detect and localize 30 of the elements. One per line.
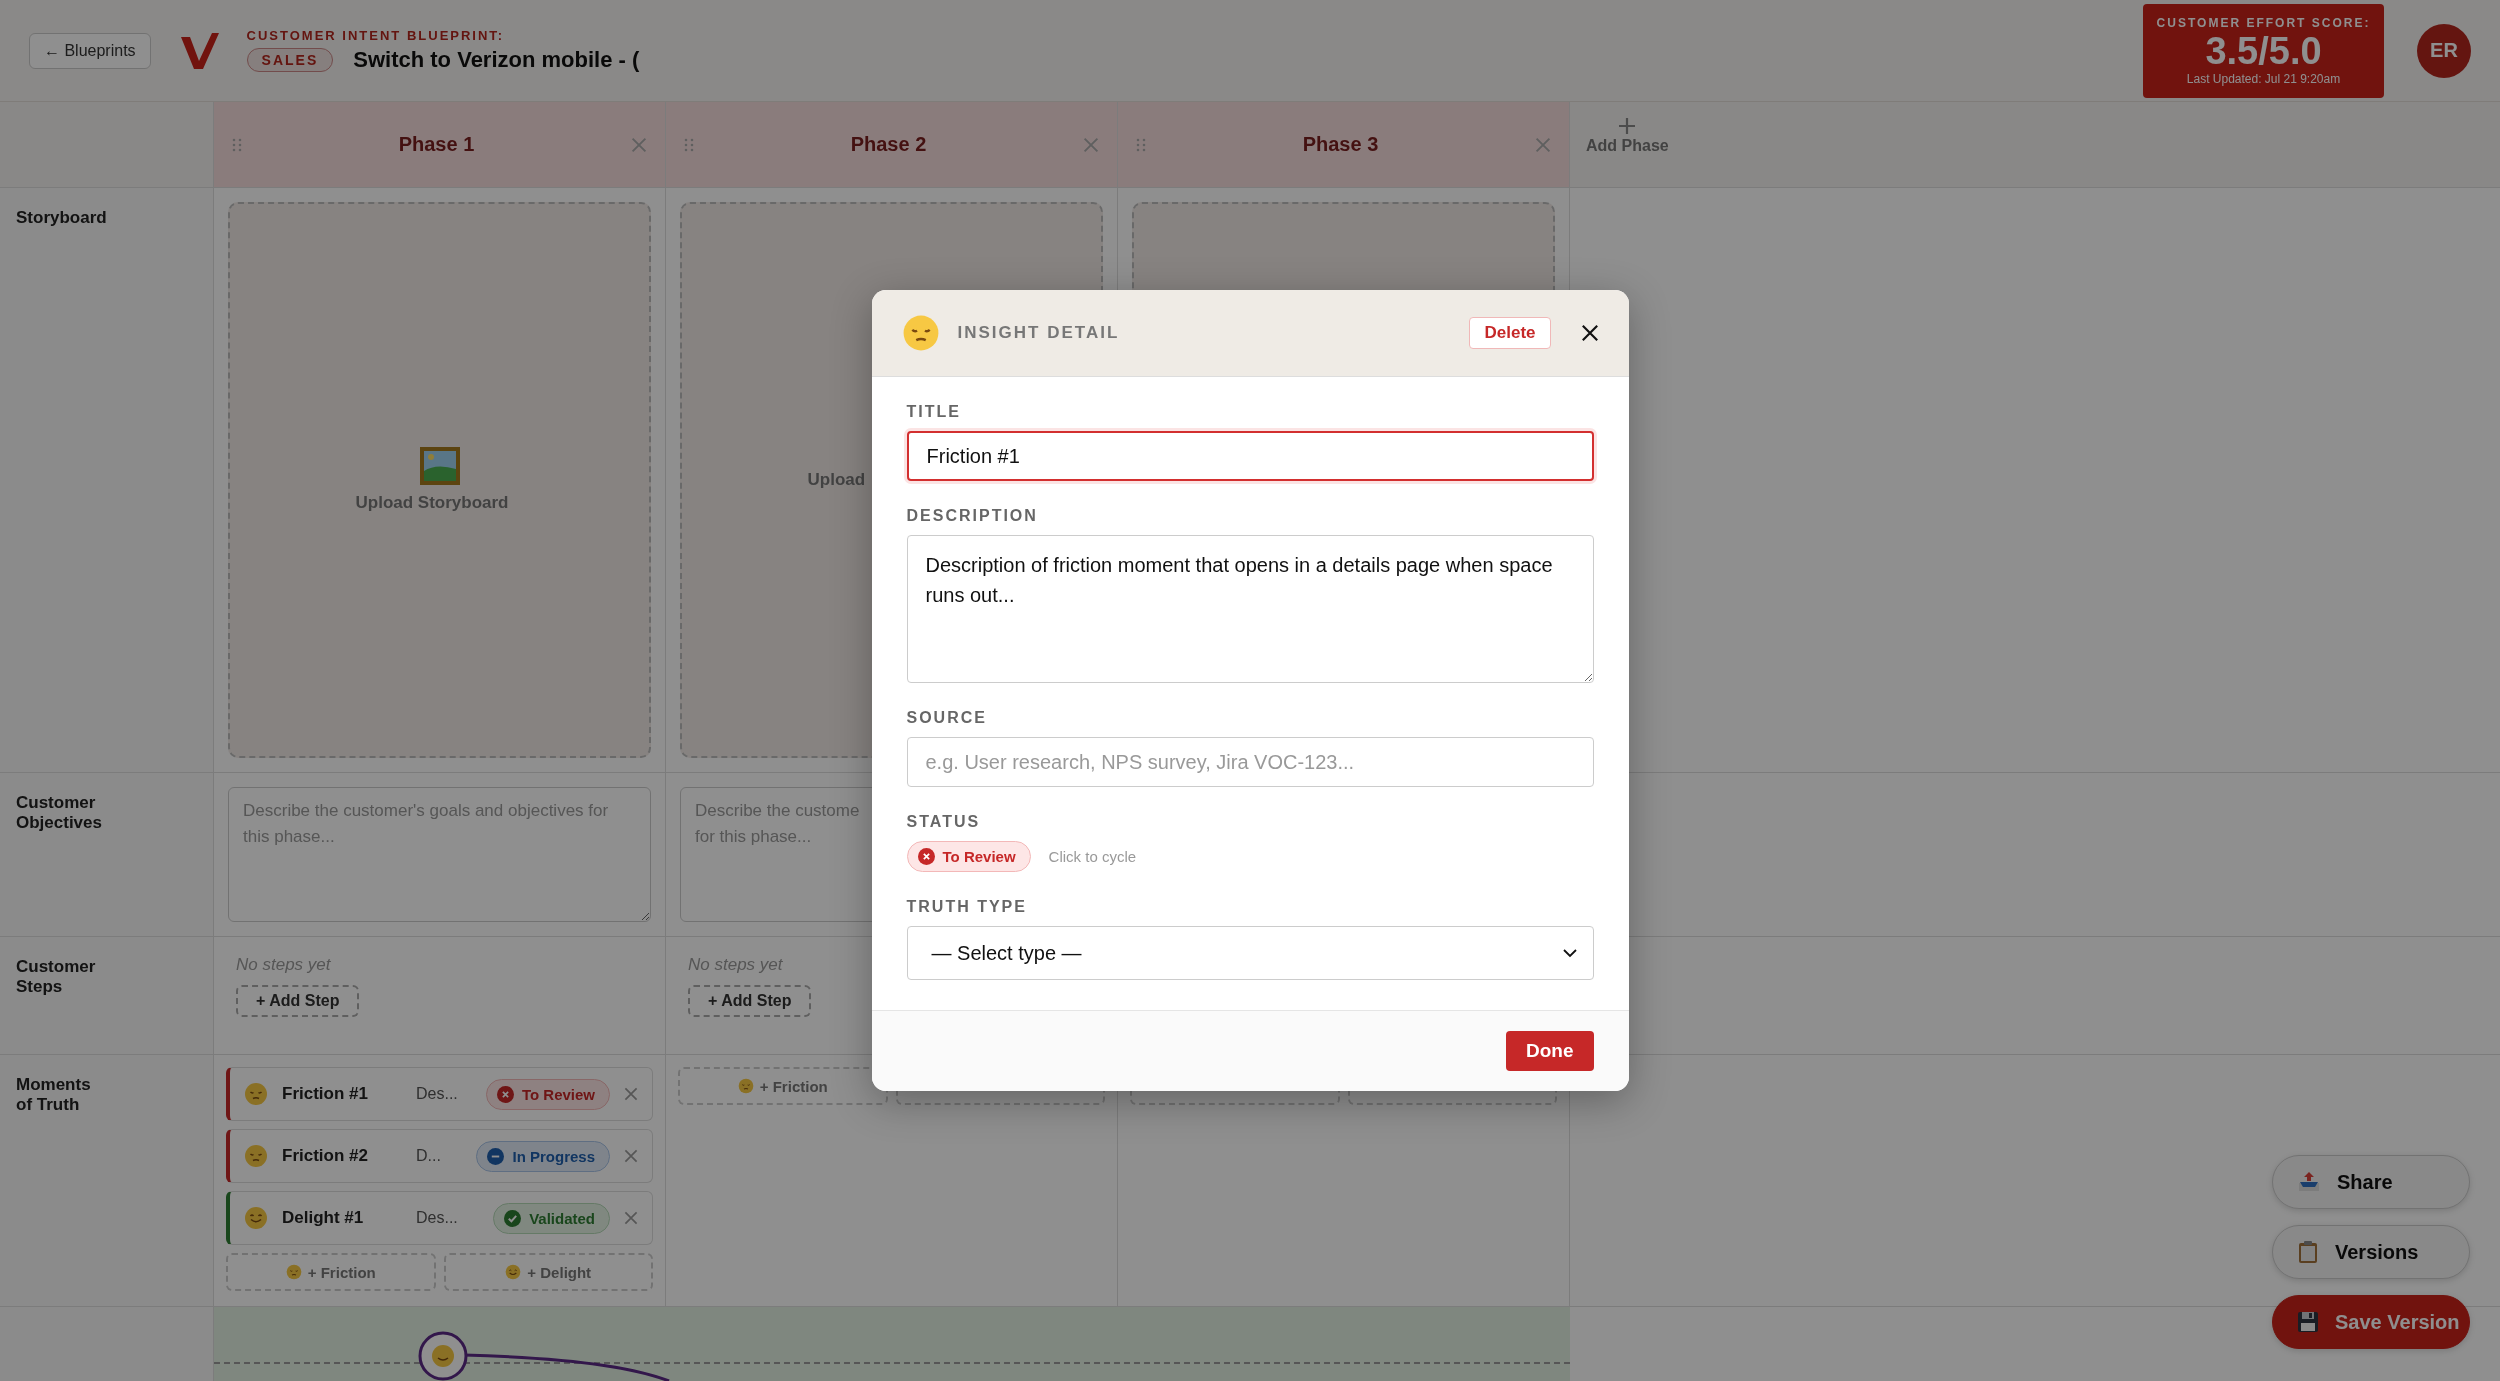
empty-steps-text: No steps yet (236, 955, 331, 975)
blueprint-title: Switch to Verizon mobile - ( (353, 47, 640, 73)
phase-title: Phase 3 (1301, 133, 1380, 156)
row-label: Customer Steps (16, 957, 97, 997)
field-label: STATUS (906, 813, 982, 831)
phase-title: Phase 2 (849, 133, 928, 156)
category-tag: SALES (246, 48, 334, 72)
insight-title: Friction #1 (282, 1084, 369, 1104)
field-label: TRUTH TYPE (906, 898, 1028, 916)
row-label: Customer Objectives (16, 793, 103, 833)
upload-label: Upload (807, 470, 867, 490)
insight-description: D... (416, 1147, 442, 1165)
status-hint: Click to cycle (1048, 848, 1137, 865)
empty-steps-text: No steps yet (688, 955, 783, 975)
row-label: Moments of Truth (16, 1075, 92, 1115)
insight-description: Des... (416, 1085, 459, 1103)
row-label: Storyboard (16, 208, 108, 228)
field-label: DESCRIPTION (906, 507, 1039, 525)
blueprint-label: CUSTOMER INTENT BLUEPRINT: (246, 28, 506, 43)
field-label: SOURCE (906, 709, 988, 727)
score-label: CUSTOMER EFFORT SCORE: (2156, 15, 2371, 30)
insight-title: Friction #2 (282, 1146, 369, 1166)
phase-title: Phase 1 (397, 133, 476, 156)
insight-description: Des... (416, 1209, 459, 1227)
upload-label: Upload Storyboard (355, 493, 510, 513)
score-value: 3.5/5.0 (2205, 31, 2322, 70)
field-label: TITLE (906, 403, 962, 421)
score-updated: Last Updated: Jul 21 9:20am (2186, 71, 2341, 86)
dialog-title: INSIGHT DETAIL (957, 323, 1121, 343)
insight-title: Delight #1 (282, 1208, 365, 1228)
